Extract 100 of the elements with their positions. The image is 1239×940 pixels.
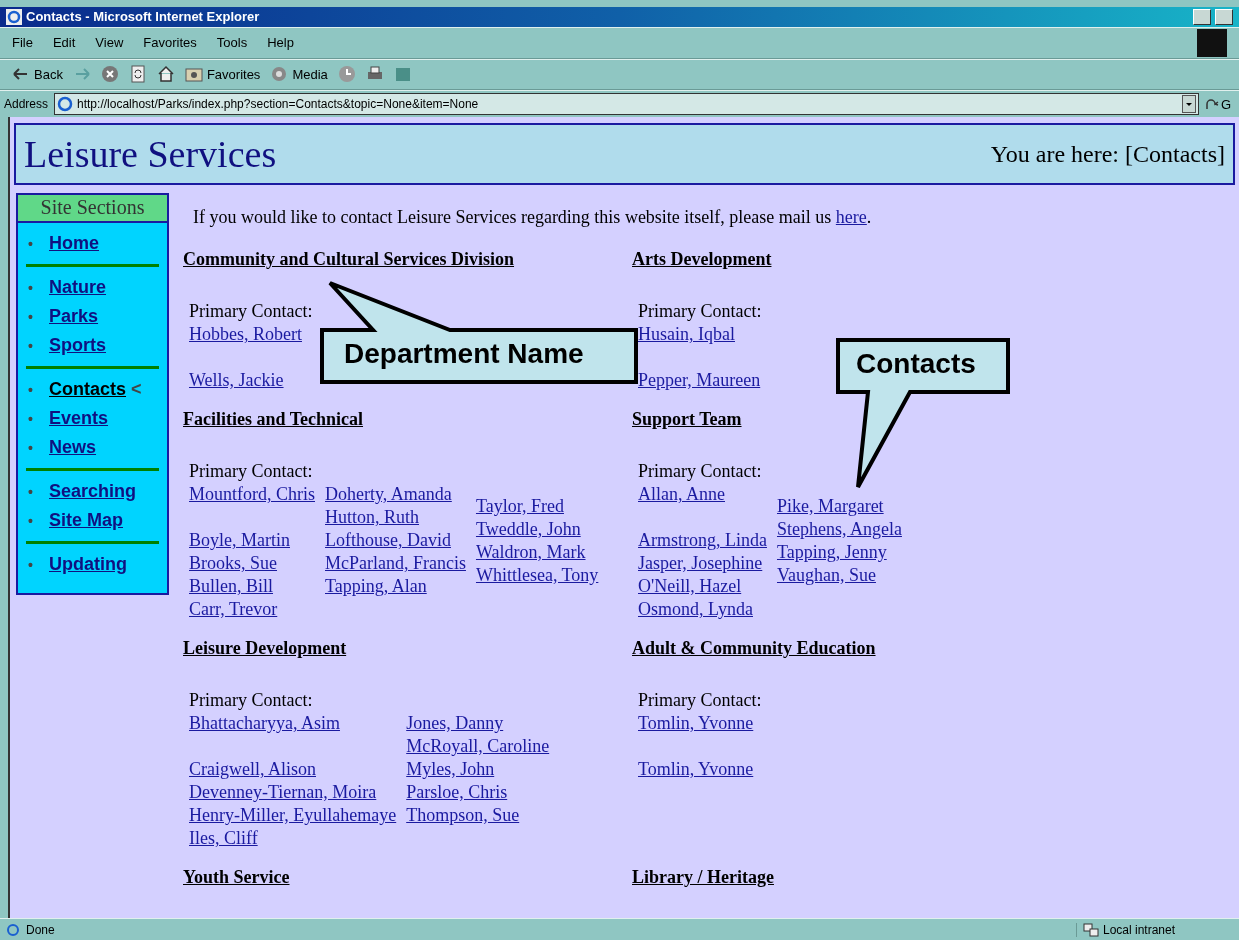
list-bullet: • bbox=[28, 308, 34, 328]
primary-contact-label: Primary Contact: bbox=[638, 460, 762, 484]
contact-link[interactable]: Waldron, Mark bbox=[475, 540, 586, 564]
mail-link[interactable]: here bbox=[835, 207, 867, 228]
menu-item[interactable]: Favorites bbox=[143, 35, 197, 51]
page-icon bbox=[57, 96, 74, 113]
network-icon bbox=[1083, 922, 1099, 937]
contact-link[interactable]: Whittlesea, Tony bbox=[475, 563, 599, 587]
contact-link[interactable]: Thompson, Sue bbox=[406, 804, 520, 828]
contact-link[interactable]: Taylor, Fred bbox=[475, 494, 564, 518]
list-bullet: • bbox=[28, 235, 34, 255]
browser-logo-icon bbox=[6, 8, 22, 25]
contact-link[interactable]: McRoyall, Caroline bbox=[406, 735, 550, 759]
department-heading[interactable]: Support Team bbox=[632, 408, 742, 432]
contact-link[interactable]: Vaughan, Sue bbox=[777, 563, 876, 587]
nav-link[interactable]: Contacts bbox=[49, 379, 126, 400]
list-bullet: • bbox=[28, 439, 34, 459]
menu-item[interactable]: Tools bbox=[216, 35, 248, 51]
minimize-button[interactable] bbox=[1193, 8, 1211, 25]
contact-link[interactable]: Hutton, Ruth bbox=[325, 506, 419, 530]
contact-link[interactable]: Armstrong, Linda bbox=[638, 529, 767, 553]
refresh-icon[interactable] bbox=[128, 65, 147, 84]
contact-link[interactable]: Iles, Cliff bbox=[189, 827, 258, 851]
list-bullet: • bbox=[28, 337, 34, 357]
nav-link[interactable]: Nature bbox=[49, 277, 106, 298]
nav-link[interactable]: News bbox=[49, 437, 97, 458]
callout-text: Contacts bbox=[856, 348, 976, 380]
primary-contact-label: Primary Contact: bbox=[189, 689, 313, 713]
current-marker: < bbox=[131, 379, 142, 400]
menu-item[interactable]: View bbox=[95, 35, 124, 51]
nav-link[interactable]: Updating bbox=[49, 554, 127, 575]
contact-link[interactable]: O'Neill, Hazel bbox=[638, 575, 742, 599]
contact-link[interactable]: Tapping, Jenny bbox=[777, 540, 887, 564]
nav-link[interactable]: Home bbox=[49, 233, 99, 254]
toolbar-label[interactable]: Back bbox=[34, 67, 63, 82]
contact-link[interactable]: Jasper, Josephine bbox=[638, 552, 763, 576]
home-icon[interactable] bbox=[156, 65, 175, 84]
restore-button[interactable] bbox=[1215, 8, 1233, 25]
page-icon bbox=[6, 922, 20, 937]
menu-item[interactable]: Help bbox=[267, 35, 294, 51]
contact-link[interactable]: Parsloe, Chris bbox=[406, 781, 508, 805]
list-bullet: • bbox=[28, 556, 34, 576]
contact-link[interactable]: Bullen, Bill bbox=[189, 575, 273, 599]
contact-link[interactable]: Allan, Anne bbox=[638, 483, 725, 507]
department-heading[interactable]: Arts Development bbox=[632, 248, 772, 272]
primary-contact-label: Primary Contact: bbox=[189, 300, 313, 324]
department-heading[interactable]: Youth Service bbox=[183, 866, 290, 890]
contact-link[interactable]: Hobbes, Robert bbox=[189, 323, 302, 347]
go-button[interactable]: G bbox=[1205, 96, 1235, 112]
contact-link[interactable]: Stephens, Angela bbox=[777, 517, 902, 541]
contact-link[interactable]: Lofthouse, David bbox=[325, 529, 451, 553]
primary-contact-label: Primary Contact: bbox=[638, 300, 762, 324]
contact-link[interactable]: Tomlin, Yvonne bbox=[638, 758, 754, 782]
contact-link[interactable]: Tomlin, Yvonne bbox=[638, 712, 754, 736]
contact-link[interactable]: Husain, Iqbal bbox=[638, 323, 735, 347]
contact-link[interactable]: Devenney-Tiernan, Moira bbox=[189, 781, 377, 805]
menu-item[interactable]: File bbox=[12, 35, 33, 51]
go-arrow-icon bbox=[1205, 97, 1219, 112]
media-icon[interactable] bbox=[270, 65, 289, 84]
nav-link[interactable]: Parks bbox=[49, 306, 99, 327]
list-bullet: • bbox=[28, 279, 34, 299]
contact-link[interactable]: Pike, Margaret bbox=[777, 494, 884, 518]
list-bullet: • bbox=[28, 483, 34, 503]
department-heading[interactable]: Facilities and Technical bbox=[183, 408, 364, 432]
contact-link[interactable]: Wells, Jackie bbox=[189, 369, 284, 393]
address-field[interactable]: http://localhost/Parks/index.php?section=Contacts&topic=None&item=None bbox=[54, 93, 1199, 116]
callout-text: Department Name bbox=[344, 338, 584, 370]
nav-link[interactable]: Events bbox=[49, 408, 109, 429]
department-heading[interactable]: Library / Heritage bbox=[632, 866, 774, 890]
contact-link[interactable]: Henry-Miller, Eyullahemaye bbox=[189, 804, 397, 828]
department-heading[interactable]: Adult & Community Education bbox=[632, 637, 876, 661]
contact-link[interactable]: Boyle, Martin bbox=[189, 529, 290, 553]
address-label: Address bbox=[4, 97, 49, 112]
windows-logo bbox=[1197, 28, 1227, 57]
contact-link[interactable]: Mountford, Chris bbox=[189, 483, 315, 507]
site-title: Leisure Services bbox=[24, 132, 277, 177]
department-heading[interactable]: Leisure Development bbox=[183, 637, 347, 661]
contact-link[interactable]: Tweddle, John bbox=[475, 517, 581, 541]
contact-link[interactable]: Myles, John bbox=[406, 758, 495, 782]
nav-link[interactable]: Sports bbox=[49, 335, 106, 356]
toolbar-label[interactable]: Favorites bbox=[206, 67, 261, 82]
stop-icon[interactable] bbox=[100, 65, 119, 84]
contact-link[interactable]: Carr, Trevor bbox=[189, 598, 278, 622]
contact-link[interactable]: Brooks, Sue bbox=[189, 552, 277, 576]
contact-link[interactable]: Osmond, Lynda bbox=[638, 598, 753, 622]
contact-link[interactable]: Bhattacharyya, Asim bbox=[189, 712, 340, 736]
contact-link[interactable]: Tapping, Alan bbox=[325, 575, 427, 599]
contact-link[interactable]: Jones, Danny bbox=[406, 712, 504, 736]
history-icon[interactable] bbox=[337, 65, 356, 84]
department-heading[interactable]: Community and Cultural Services Division bbox=[183, 248, 515, 272]
nav-link[interactable]: Site Map bbox=[49, 510, 123, 531]
contact-link[interactable]: McParland, Francis bbox=[325, 552, 466, 576]
status-text: Done bbox=[26, 922, 55, 937]
contact-link[interactable]: Doherty, Amanda bbox=[325, 483, 452, 507]
primary-contact-label: Primary Contact: bbox=[638, 689, 762, 713]
contact-link[interactable]: Craigwell, Alison bbox=[189, 758, 316, 782]
toolbar-label[interactable]: Media bbox=[292, 67, 328, 82]
nav-link[interactable]: Searching bbox=[49, 481, 137, 502]
contact-link[interactable]: Pepper, Maureen bbox=[638, 369, 761, 393]
menu-item[interactable]: Edit bbox=[52, 35, 76, 51]
